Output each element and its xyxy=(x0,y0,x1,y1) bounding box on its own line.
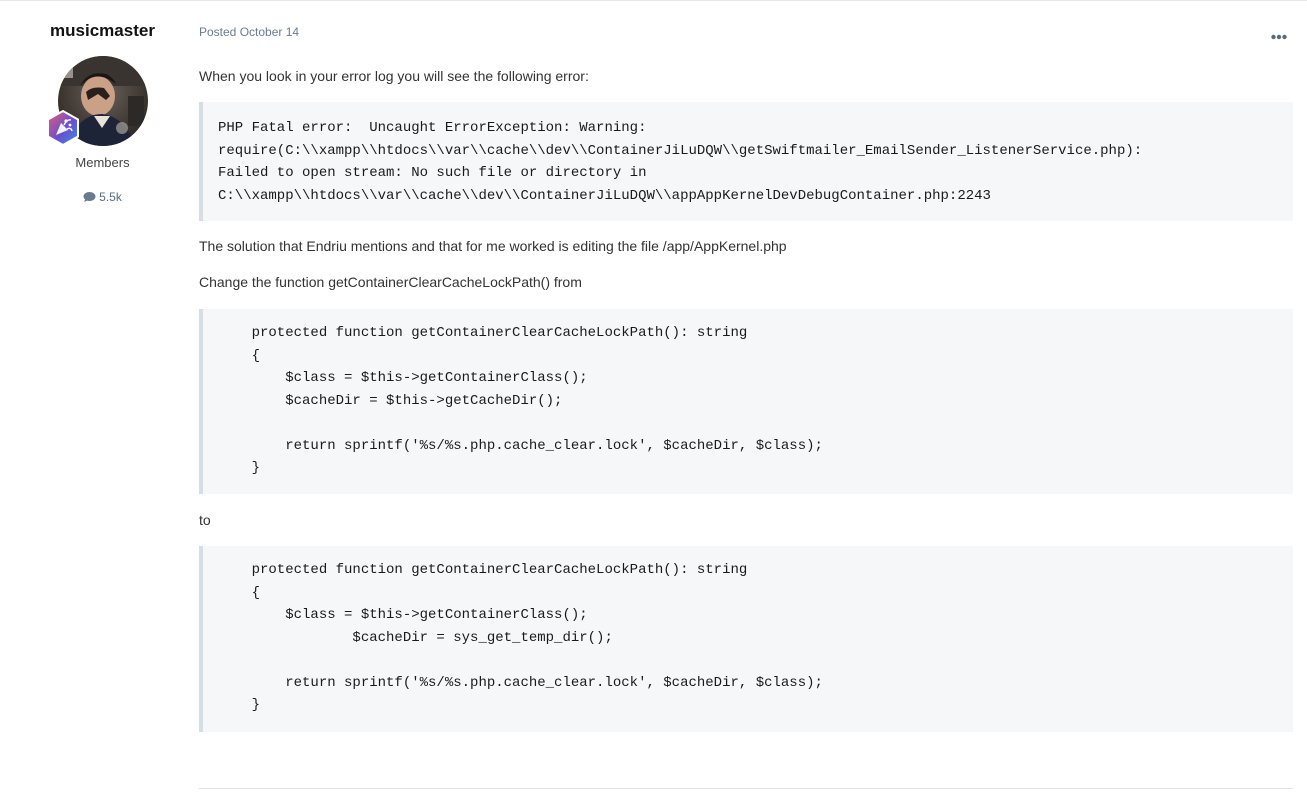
error-code-block: PHP Fatal error: Uncaught ErrorException… xyxy=(199,102,1293,221)
code-block-after: protected function getContainerClearCach… xyxy=(199,546,1293,732)
forum-post: musicmaster Members 5.5k Posted October … xyxy=(0,0,1307,792)
post-count-value: 5.5k xyxy=(99,190,122,204)
author-group-label: Members xyxy=(75,155,130,170)
ellipsis-icon xyxy=(1271,34,1287,40)
code-block-before: protected function getContainerClearCach… xyxy=(199,309,1293,494)
rank-badge-icon xyxy=(45,109,81,147)
post-paragraph-change: Change the function getContainerClearCac… xyxy=(199,274,582,290)
author-name-link[interactable]: musicmaster xyxy=(30,21,175,41)
avatar-wrapper xyxy=(46,56,148,147)
post-options-button[interactable] xyxy=(1271,27,1287,45)
post-paragraph-intro: When you look in your error log you will… xyxy=(199,68,589,84)
post-paragraph-to: to xyxy=(199,512,211,528)
post-divider xyxy=(199,788,1293,789)
post-date[interactable]: Posted October 14 xyxy=(199,25,299,39)
author-panel: musicmaster Members 5.5k xyxy=(30,21,175,204)
post-paragraph-solution: The solution that Endriu mentions and th… xyxy=(199,238,787,254)
author-post-count[interactable]: 5.5k xyxy=(30,190,175,204)
speech-bubble-icon xyxy=(83,192,96,202)
